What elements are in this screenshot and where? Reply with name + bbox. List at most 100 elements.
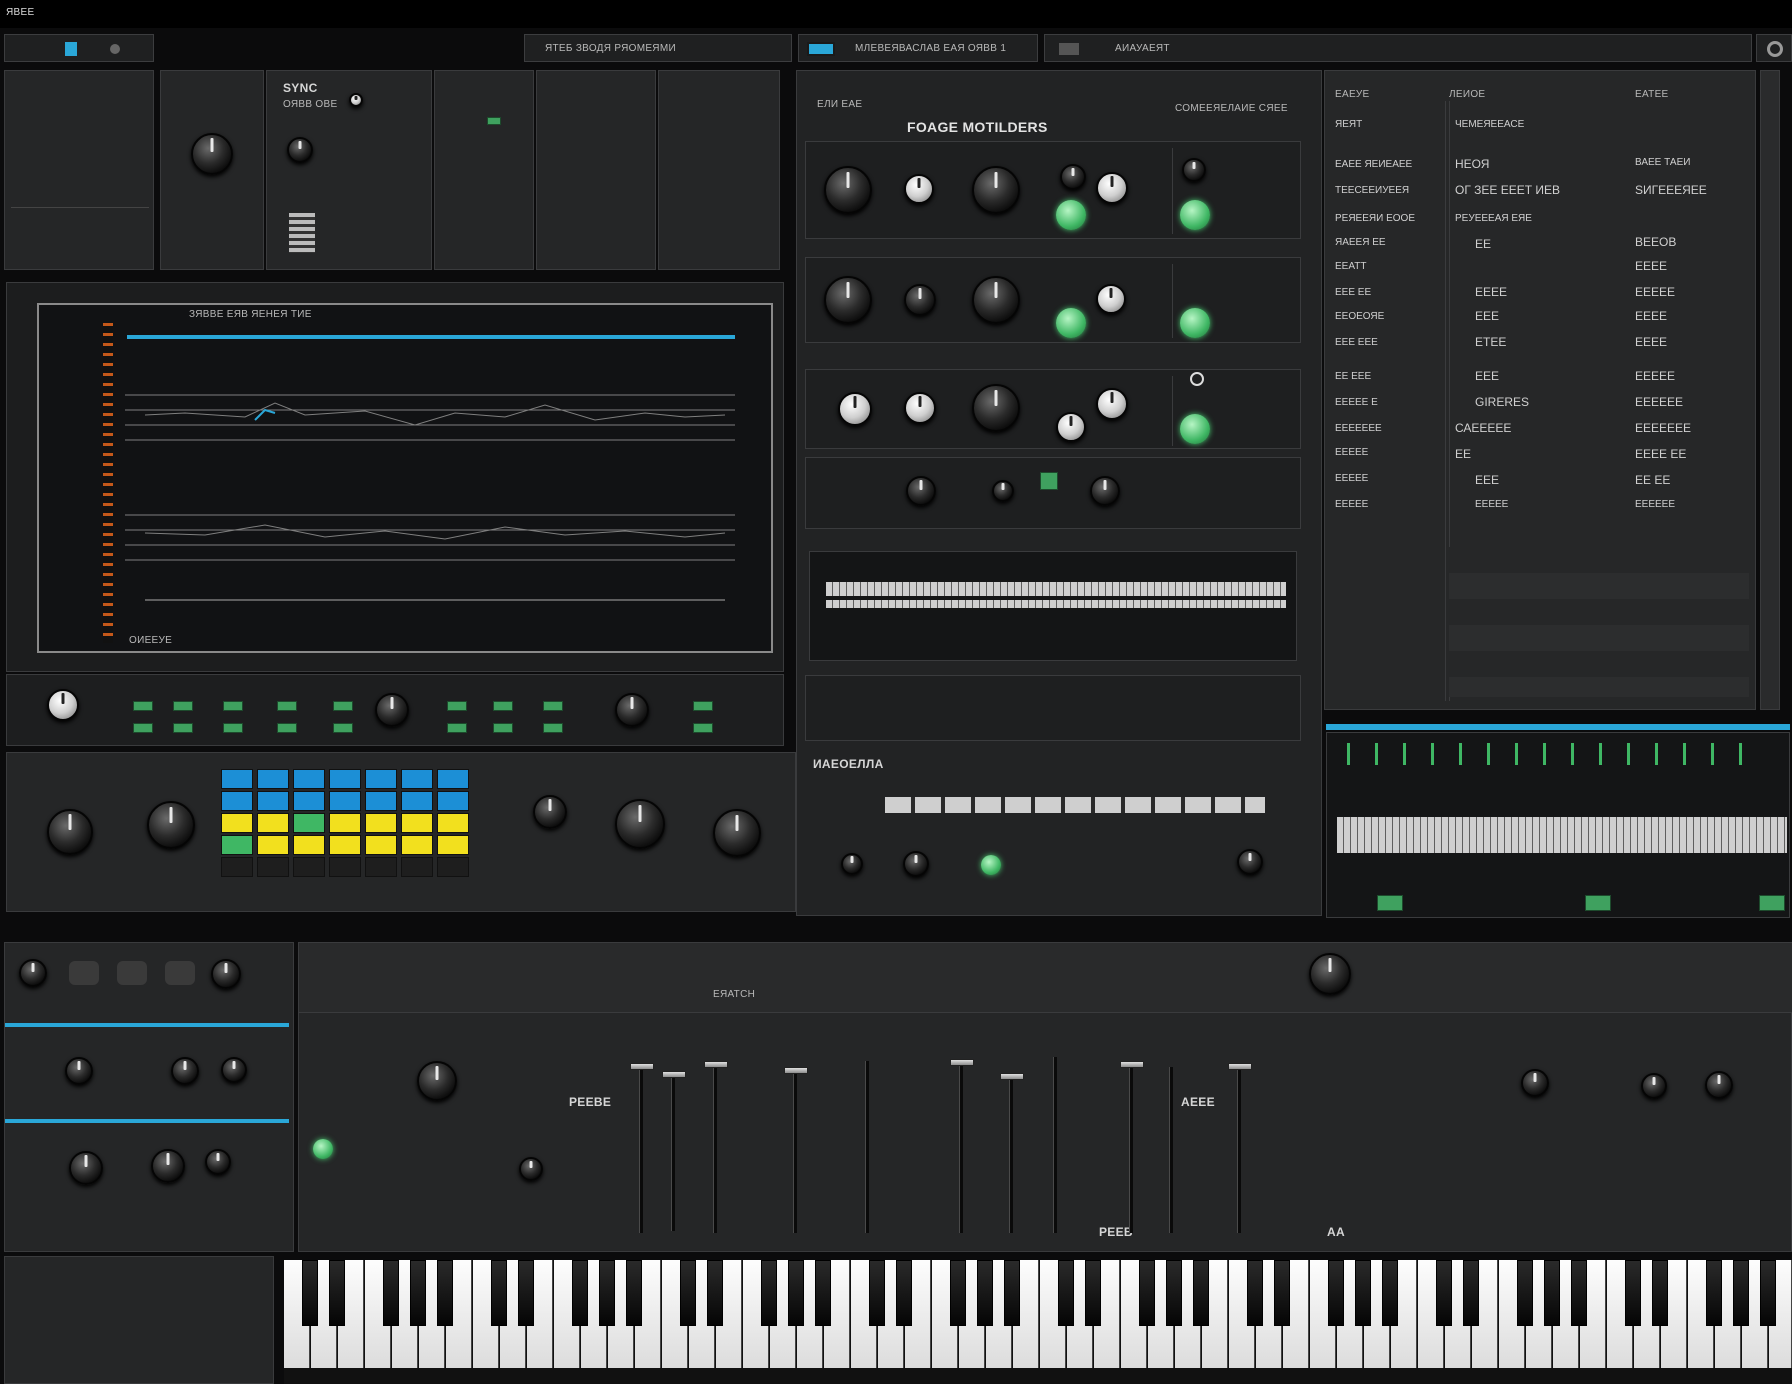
row2-knob-1[interactable]: [824, 276, 872, 324]
black-key[interactable]: [761, 1260, 777, 1326]
black-key[interactable]: [410, 1260, 426, 1326]
pad[interactable]: [401, 813, 433, 833]
black-key[interactable]: [1571, 1260, 1587, 1326]
filter-led[interactable]: [487, 117, 501, 125]
black-key[interactable]: [1274, 1260, 1290, 1326]
gbtn-12[interactable]: [223, 723, 243, 733]
list-item[interactable]: GIRERES: [1475, 395, 1529, 409]
pad[interactable]: [293, 813, 325, 833]
black-key[interactable]: [518, 1260, 534, 1326]
row2-led-2[interactable]: [1180, 308, 1210, 338]
list-item[interactable]: ЕЕЕ ЕЕ: [1335, 287, 1371, 298]
mod-knob-3[interactable]: [1090, 476, 1120, 506]
list-item[interactable]: ЕЕ: [1475, 237, 1491, 251]
pad[interactable]: [221, 769, 253, 789]
keyboard[interactable]: [284, 1260, 1792, 1384]
list-item[interactable]: ЕЕ ЕЕ: [1635, 473, 1670, 487]
mid-led[interactable]: [981, 855, 1001, 875]
list-item[interactable]: ЕЕОЕОЯЕ: [1335, 311, 1384, 322]
list-item[interactable]: ЯЕЯТ: [1335, 119, 1362, 130]
blue-icon[interactable]: [65, 42, 77, 56]
black-key[interactable]: [1760, 1260, 1776, 1326]
black-key[interactable]: [1436, 1260, 1452, 1326]
list-item[interactable]: ЕЕЕ ЕЕЕ: [1335, 337, 1378, 348]
pad[interactable]: [437, 835, 469, 855]
list-item[interactable]: ЯАЕЕЯ ЕЕ: [1335, 237, 1386, 248]
pad[interactable]: [329, 857, 361, 877]
row1-led-2[interactable]: [1180, 200, 1210, 230]
fader[interactable]: [1053, 1057, 1057, 1233]
list-item[interactable]: ЕЕЕЕ: [1475, 285, 1507, 299]
pad[interactable]: [257, 769, 289, 789]
list-item[interactable]: ЕЕЕЕЕ: [1475, 499, 1508, 510]
mixer-knob[interactable]: [519, 1157, 543, 1181]
tab-preset[interactable]: МЛЕВЕЯВАСЛАВ ЕАЯ ОЯВВ 1: [798, 34, 1038, 62]
black-key[interactable]: [1004, 1260, 1020, 1326]
list-item[interactable]: ЕЕ ЕЕЕ: [1335, 371, 1371, 382]
fader[interactable]: [630, 1063, 654, 1233]
pad-knob-5[interactable]: [713, 809, 761, 857]
pad-knob-3[interactable]: [533, 795, 567, 829]
mix-left-knob[interactable]: [19, 959, 47, 987]
pad[interactable]: [293, 769, 325, 789]
black-key[interactable]: [896, 1260, 912, 1326]
fader[interactable]: [1120, 1061, 1144, 1233]
black-key[interactable]: [1706, 1260, 1722, 1326]
gbtn-17[interactable]: [543, 723, 563, 733]
list-item[interactable]: ЕЕЕЕЕ: [1335, 499, 1368, 510]
black-key[interactable]: [1733, 1260, 1749, 1326]
fader[interactable]: [1169, 1067, 1173, 1233]
step-buttons[interactable]: [885, 797, 1265, 813]
pad[interactable]: [221, 835, 253, 855]
right-green-2[interactable]: [1585, 895, 1611, 911]
black-key[interactable]: [1166, 1260, 1182, 1326]
list-item[interactable]: SИГЕЕЕЯЕЕ: [1635, 183, 1707, 197]
pad[interactable]: [401, 769, 433, 789]
pad[interactable]: [365, 769, 397, 789]
gbtn-14[interactable]: [333, 723, 353, 733]
mixer-knob[interactable]: [1309, 953, 1351, 995]
pad[interactable]: [257, 857, 289, 877]
list-item[interactable]: ЕЕЕ: [1475, 369, 1499, 383]
mixer-knob[interactable]: [1705, 1071, 1733, 1099]
gbtn-16[interactable]: [493, 723, 513, 733]
gbtn-8[interactable]: [543, 701, 563, 711]
pad[interactable]: [293, 791, 325, 811]
black-key[interactable]: [329, 1260, 345, 1326]
list-item[interactable]: ЕЕЕЕЕ: [1635, 285, 1675, 299]
fader[interactable]: [865, 1061, 869, 1233]
mod-knob-1[interactable]: [906, 476, 936, 506]
row1-knob-6[interactable]: [1182, 158, 1206, 182]
pad[interactable]: [329, 769, 361, 789]
black-key[interactable]: [1139, 1260, 1155, 1326]
black-key[interactable]: [869, 1260, 885, 1326]
pad[interactable]: [221, 791, 253, 811]
fader[interactable]: [950, 1059, 974, 1233]
fader[interactable]: [1000, 1073, 1024, 1233]
black-key[interactable]: [815, 1260, 831, 1326]
pad[interactable]: [365, 791, 397, 811]
black-key[interactable]: [302, 1260, 318, 1326]
black-key[interactable]: [680, 1260, 696, 1326]
mix-left-knob[interactable]: [65, 1057, 93, 1085]
black-key[interactable]: [1247, 1260, 1263, 1326]
pad[interactable]: [221, 857, 253, 877]
mix-left-knob[interactable]: [221, 1057, 247, 1083]
gbtn-18[interactable]: [693, 723, 713, 733]
right-green-1[interactable]: [1377, 895, 1403, 911]
list-item[interactable]: ЕЕЕ: [1475, 309, 1499, 323]
mixer-knob[interactable]: [417, 1061, 457, 1101]
list-item[interactable]: ЕЕЕЕ: [1635, 259, 1667, 273]
gbtn-13[interactable]: [277, 723, 297, 733]
pad[interactable]: [437, 791, 469, 811]
mix-left-btn[interactable]: [117, 961, 147, 985]
black-key[interactable]: [707, 1260, 723, 1326]
mix-left-knob[interactable]: [151, 1149, 185, 1183]
row3-knob-2[interactable]: [904, 392, 936, 424]
mid-knob-3[interactable]: [1237, 849, 1263, 875]
black-key[interactable]: [977, 1260, 993, 1326]
pad-knob-4[interactable]: [615, 799, 665, 849]
gbtn-7[interactable]: [493, 701, 513, 711]
pad[interactable]: [257, 813, 289, 833]
mixer-knob[interactable]: [1521, 1069, 1549, 1097]
